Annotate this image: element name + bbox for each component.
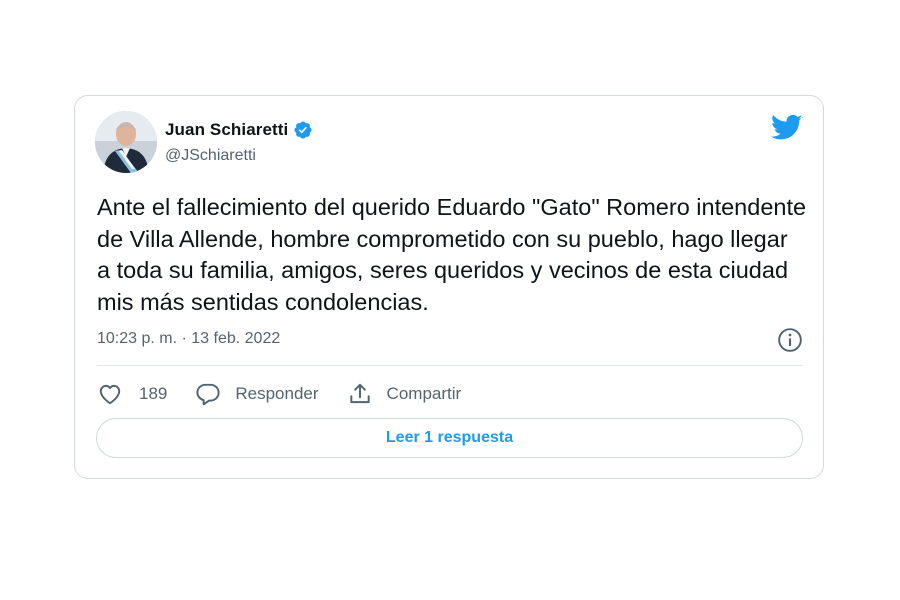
reply-button[interactable]: Responder [195, 381, 319, 407]
avatar[interactable] [95, 111, 157, 173]
divider [97, 365, 803, 366]
tweet-timestamp[interactable]: 10:23 p. m. · 13 feb. 2022 [97, 330, 280, 348]
share-button[interactable]: Compartir [347, 381, 462, 407]
tweet-actions: 189 Responder Compartir [97, 380, 489, 408]
twitter-bird-icon[interactable] [771, 114, 803, 142]
share-label: Compartir [386, 384, 462, 403]
heart-icon [99, 384, 121, 405]
share-upload-icon [349, 383, 370, 404]
reply-label: Responder [235, 384, 319, 403]
info-icon[interactable] [777, 327, 803, 353]
read-replies-button[interactable]: Leer 1 respuesta [96, 418, 803, 458]
like-count: 189 [139, 384, 168, 403]
speech-bubble-icon [196, 383, 220, 406]
author-handle[interactable]: @JSchiaretti [165, 147, 256, 165]
author-display-name[interactable]: Juan Schiaretti [165, 120, 288, 140]
tweet-text: Ante el fallecimiento del querido Eduard… [97, 194, 807, 315]
tweet-card: Juan Schiaretti @JSchiaretti Ante el fal… [74, 95, 824, 479]
verified-badge-icon [293, 120, 313, 140]
avatar-photo [95, 111, 157, 173]
author-name-row[interactable]: Juan Schiaretti [165, 119, 313, 141]
like-button[interactable]: 189 [97, 381, 167, 407]
